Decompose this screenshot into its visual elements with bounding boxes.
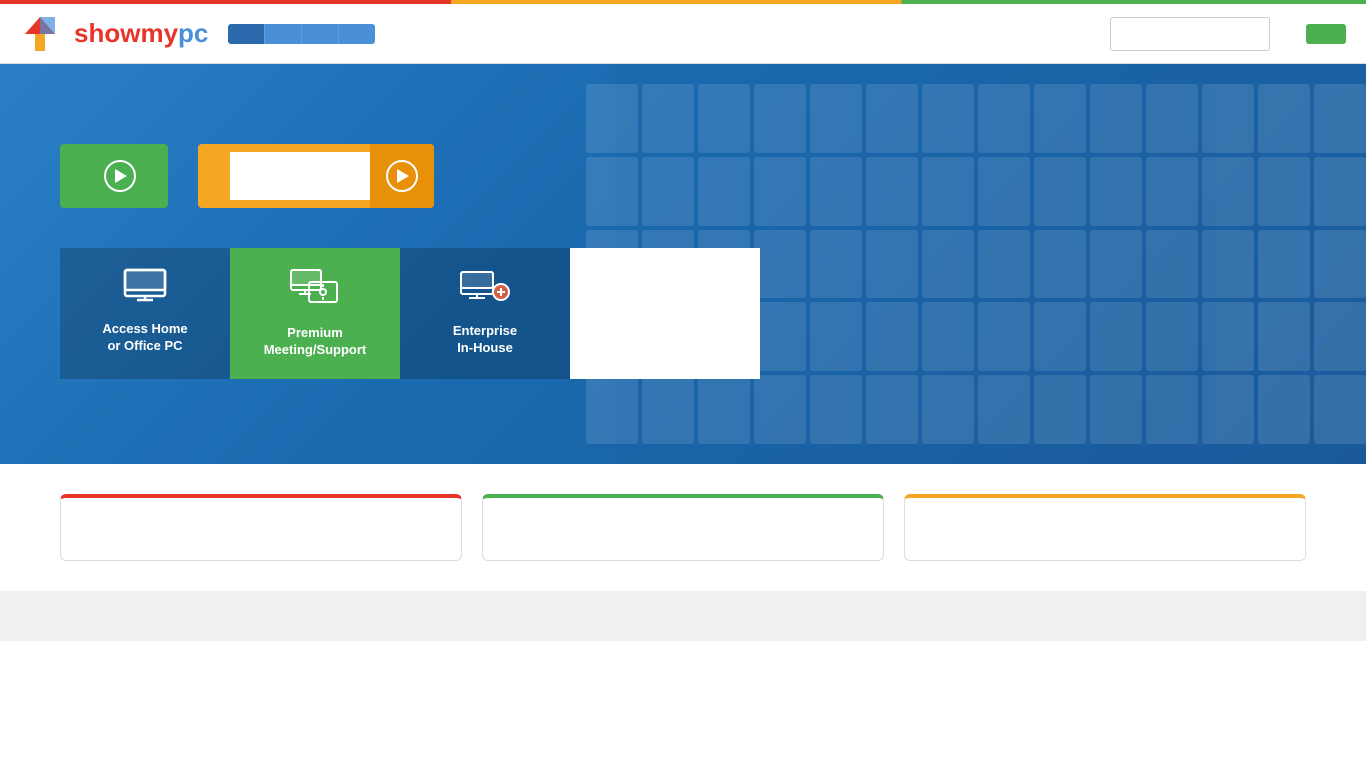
- search-input[interactable]: [1110, 17, 1270, 51]
- nav-premium[interactable]: [265, 24, 302, 44]
- tab-enterprise[interactable]: EnterpriseIn-House: [400, 248, 570, 379]
- hero-section: // Generate keyboard keys const kbd = do…: [0, 64, 1366, 464]
- tab-access-home-label: Access Homeor Office PC: [102, 321, 187, 355]
- feature-card-secure: [904, 494, 1306, 561]
- main-nav: [228, 24, 375, 44]
- play-circle-icon: [104, 160, 136, 192]
- hero-buttons: [60, 144, 760, 208]
- feature-card-accessible: [60, 494, 462, 561]
- showmypc-free-button[interactable]: [60, 144, 168, 208]
- nav-products[interactable]: [339, 24, 375, 44]
- view-pc-play-icon: [386, 160, 418, 192]
- nav-home[interactable]: [228, 24, 265, 44]
- tab-enterprise-label: EnterpriseIn-House: [453, 323, 517, 357]
- tab-premium-icon: [289, 268, 341, 315]
- feature-card-simple: [482, 494, 884, 561]
- features-row: [0, 464, 1366, 591]
- nav-access-pc[interactable]: [302, 24, 339, 44]
- showmypc-features-section: [0, 591, 1366, 641]
- play-icon: [115, 169, 127, 183]
- view-pc-group: [198, 144, 434, 208]
- tab-info: [570, 248, 760, 379]
- tab-access-home-icon: [121, 268, 169, 311]
- view-pc-submit-button[interactable]: [370, 144, 434, 208]
- view-pc-input[interactable]: [230, 152, 370, 200]
- view-pc-label: [198, 160, 230, 192]
- logo[interactable]: showmypc: [20, 12, 208, 56]
- tabs-section: Access Homeor Office PC PremiumMe: [60, 248, 760, 379]
- header-right: [1110, 17, 1346, 51]
- logo-icon: [20, 12, 70, 56]
- tab-premium-label: PremiumMeeting/Support: [264, 325, 367, 359]
- hero-content: Access Homeor Office PC PremiumMe: [60, 144, 760, 379]
- tab-enterprise-icon: [459, 268, 511, 313]
- logo-text: showmypc: [74, 18, 208, 49]
- tab-access-home[interactable]: Access Homeor Office PC: [60, 248, 230, 379]
- header: showmypc: [0, 4, 1366, 64]
- login-button[interactable]: [1306, 24, 1346, 44]
- view-pc-play-arrow: [397, 169, 409, 183]
- tab-premium[interactable]: PremiumMeeting/Support: [230, 248, 400, 379]
